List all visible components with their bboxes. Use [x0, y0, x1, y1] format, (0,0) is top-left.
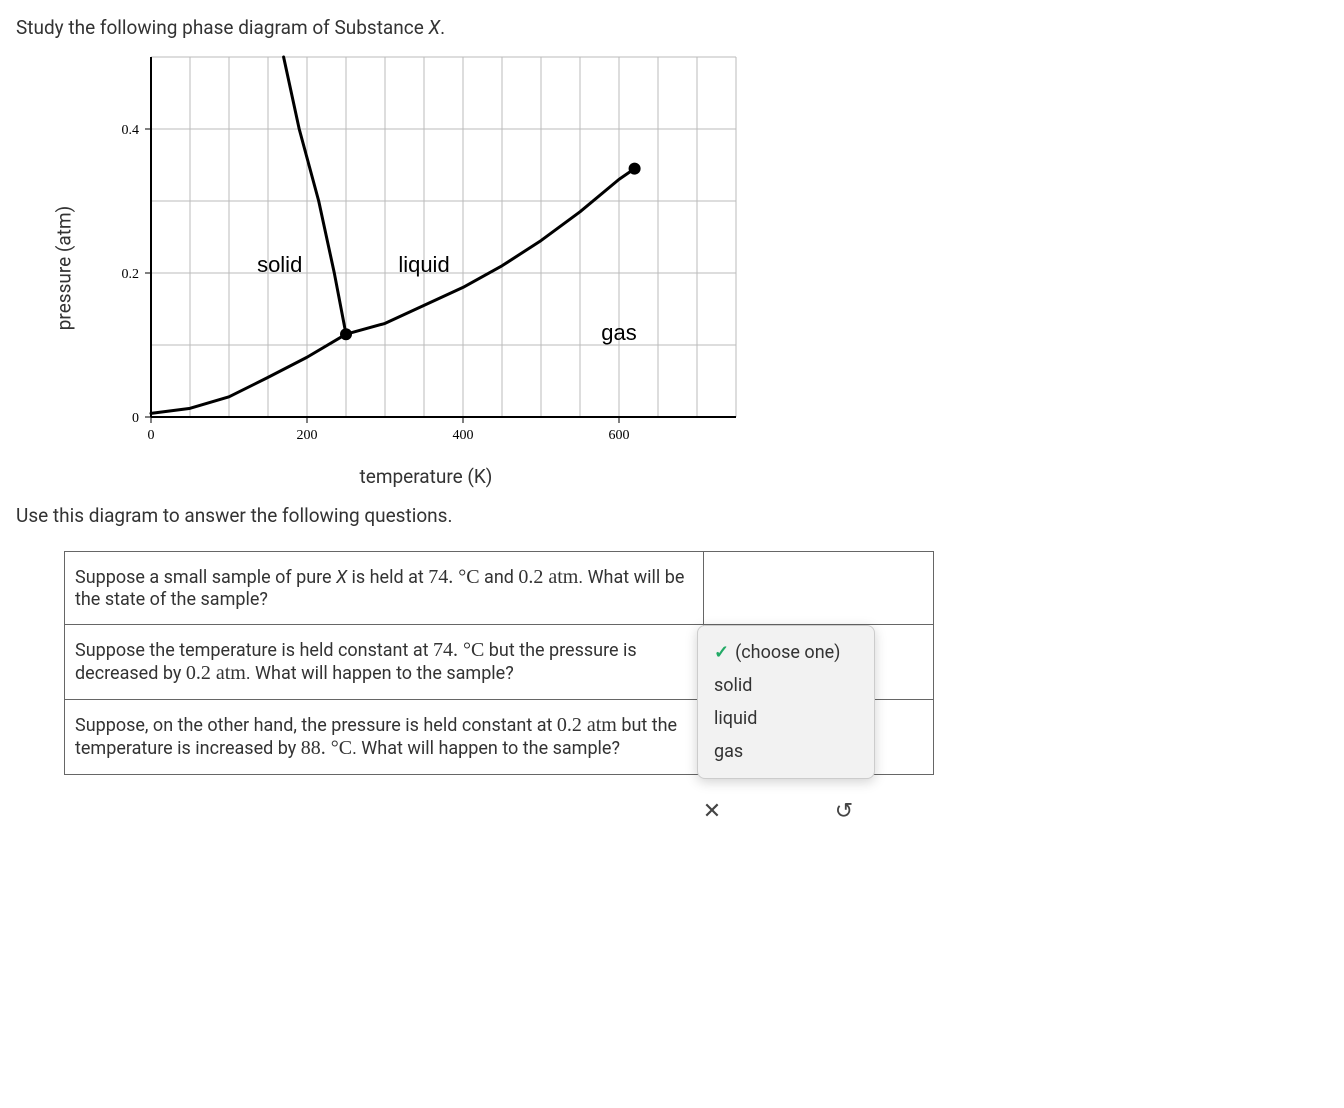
dropdown-option[interactable]: solid	[704, 669, 868, 702]
cancel-button[interactable]: ✕	[696, 795, 728, 827]
dropdown-option-label: (choose one)	[735, 642, 840, 663]
svg-text:600: 600	[609, 428, 630, 443]
dropdown-option-placeholder[interactable]: ✓ (choose one)	[704, 636, 868, 669]
reset-button[interactable]: ↺	[828, 795, 860, 827]
dropdown-option-label: liquid	[714, 708, 757, 729]
dropdown-option-label: solid	[714, 675, 752, 696]
svg-text:0: 0	[132, 411, 139, 426]
svg-text:200: 200	[297, 428, 318, 443]
dropdown-option-label: gas	[714, 741, 743, 762]
question-text: Suppose, on the other hand, the pressure…	[65, 700, 704, 775]
dropdown-options-popover[interactable]: ✓ (choose one) solid liquid gas	[697, 625, 875, 779]
phase-diagram: pressure (atm) 020040060000.20.4solidliq…	[76, 47, 1328, 488]
svg-text:0.2: 0.2	[122, 267, 140, 282]
phase-diagram-svg: 0 200 400 600 0 0.2 0.4 solid liquid gas	[76, 47, 776, 457]
question-text: Suppose a small sample of pure X is held…	[65, 552, 704, 625]
svg-text:400: 400	[453, 428, 474, 443]
dropdown-option[interactable]: gas	[704, 735, 868, 768]
svg-text:0: 0	[148, 428, 155, 443]
instruction-line-1: Study the following phase diagram of Sub…	[16, 16, 1328, 39]
question-row: Suppose a small sample of pure X is held…	[65, 552, 934, 625]
instruction-line-2: Use this diagram to answer the following…	[16, 504, 1328, 527]
chart-x-axis-label: temperature (K)	[76, 465, 776, 488]
svg-text:solid: solid	[257, 252, 302, 277]
answer-cell	[704, 552, 934, 625]
svg-text:liquid: liquid	[398, 252, 449, 277]
check-icon: ✓	[714, 642, 729, 663]
action-row: ✕ ↺	[686, 787, 1328, 835]
chart-y-axis-label: pressure (atm)	[53, 205, 76, 329]
svg-text:gas: gas	[601, 320, 636, 345]
dropdown-option[interactable]: liquid	[704, 702, 868, 735]
question-text: Suppose the temperature is held constant…	[65, 625, 704, 700]
svg-text:0.4: 0.4	[122, 123, 140, 138]
